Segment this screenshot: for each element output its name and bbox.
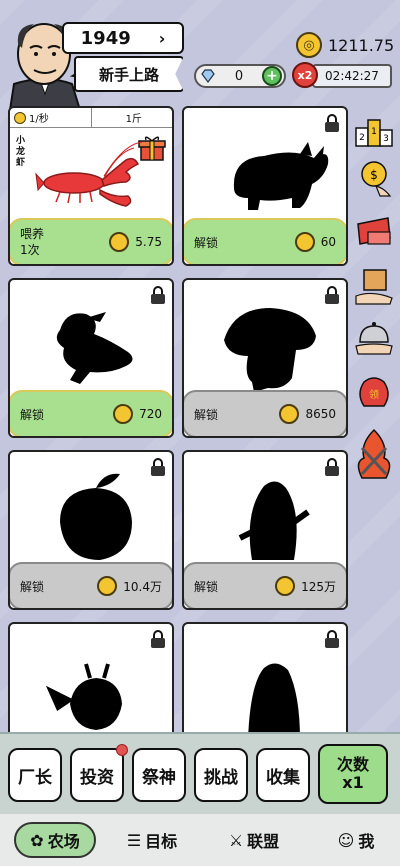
animal-card-locked-7[interactable] <box>8 622 174 742</box>
red-pouch-icon[interactable]: 领 <box>354 370 394 410</box>
animal-card-locked-4[interactable]: 解锁 8650 <box>182 278 348 438</box>
festival-button[interactable]: 祭神 <box>132 748 186 802</box>
invest-label: 投资 <box>80 767 114 788</box>
mushroom-silhouette <box>224 308 316 392</box>
coin-icon: ◎ <box>296 32 322 58</box>
feed-count: 1次 <box>20 243 40 257</box>
production-rate: 1/秒 <box>10 108 91 127</box>
tab-goal[interactable]: ☰ 目标 <box>112 822 192 858</box>
unlock-button[interactable]: 解锁 10.4万 <box>10 562 172 608</box>
factory-button[interactable]: 厂长 <box>8 748 62 802</box>
unlock-price: 125万 <box>301 579 336 594</box>
profile-icon: ☺ <box>337 830 355 850</box>
unlock-price: 60 <box>320 235 336 249</box>
coin-icon <box>113 404 134 424</box>
food-cloche-icon[interactable] <box>354 318 394 358</box>
weight-label: 1斤 <box>90 108 173 127</box>
animal-card-locked-3[interactable]: 解锁 720 <box>8 278 174 438</box>
boost-timer: 02:42:27 <box>312 64 392 88</box>
rank-title: 新手上路 <box>98 65 159 84</box>
challenge-button[interactable]: 挑战 <box>194 748 248 802</box>
gold-balance: ◎ 1211.75 <box>296 32 394 58</box>
coin-icon <box>97 576 118 596</box>
unlock-label: 解锁 <box>20 579 45 594</box>
chevron-right-icon: › <box>158 28 166 48</box>
multiplier-label: 次数 <box>336 755 369 774</box>
unlock-button[interactable]: 解锁 720 <box>10 390 172 436</box>
notification-dot <box>116 744 128 756</box>
package-hand-icon[interactable] <box>354 266 394 306</box>
coin-icon <box>109 232 130 252</box>
ranking-second: 2 <box>359 133 365 143</box>
unlock-label: 解锁 <box>194 579 219 594</box>
multiplier-toggle[interactable]: 次数 x1 <box>318 744 388 804</box>
boar-silhouette <box>233 142 329 210</box>
tab-me-label: 我 <box>358 832 375 851</box>
feed-price: 5.75 <box>135 235 162 249</box>
double-boost-badge[interactable]: x2 <box>292 62 318 88</box>
diamond-icon <box>201 69 215 83</box>
unlock-button[interactable]: 解锁 8650 <box>184 390 346 436</box>
hooded-silhouette <box>248 663 300 740</box>
gem-amount: 0 <box>234 68 244 84</box>
gold-amount: 1211.75 <box>328 35 395 55</box>
unlock-button[interactable]: 解锁 60 <box>184 218 346 264</box>
year-selector[interactable]: 1949 › <box>62 22 184 54</box>
rank-title-ribbon: 新手上路 <box>74 56 184 92</box>
tab-alliance[interactable]: ⚔ 联盟 <box>212 822 296 858</box>
animal-card-lobster[interactable]: 1/秒 1斤 小龙虾 喂养 1次 5.75 <box>8 106 174 266</box>
duck-silhouette <box>56 312 133 384</box>
unlock-price: 8650 <box>305 407 336 421</box>
coin-hand-icon[interactable]: $ <box>354 158 394 198</box>
animal-card-locked-8[interactable] <box>182 622 348 742</box>
feed-button[interactable]: 喂养 1次 5.75 <box>10 218 172 264</box>
feed-label: 喂养 <box>20 227 45 241</box>
ranking-first: 1 <box>371 127 377 137</box>
lobster-image <box>35 141 143 207</box>
animal-name: 小龙虾 <box>16 136 26 168</box>
unlock-price: 10.4万 <box>123 579 162 594</box>
pouch-label: 领 <box>369 388 379 401</box>
gem-balance: 0 + <box>194 64 286 88</box>
tab-farm-label: 农场 <box>47 832 80 851</box>
coin-icon <box>14 111 26 124</box>
card-stats-row: 1/秒 1斤 <box>10 108 172 128</box>
animal-card-locked-2[interactable]: 解锁 60 <box>182 106 348 266</box>
coin-icon <box>275 576 296 596</box>
alliance-icon: ⚔ <box>228 830 244 850</box>
unlock-label: 解锁 <box>194 235 219 250</box>
fire-battle-icon[interactable] <box>354 428 394 482</box>
crab-silhouette <box>45 663 122 730</box>
ranking-third: 3 <box>383 134 389 144</box>
coin-icon <box>294 232 315 252</box>
animal-card-locked-6[interactable]: 解锁 125万 <box>182 450 348 610</box>
tab-me[interactable]: ☺ 我 <box>318 822 394 858</box>
tab-alliance-label: 联盟 <box>247 832 280 851</box>
coupon-icon[interactable] <box>354 212 394 252</box>
add-gems-button[interactable]: + <box>262 66 282 86</box>
unlock-price: 720 <box>139 407 162 421</box>
animal-card-locked-5[interactable]: 解锁 10.4万 <box>8 450 174 610</box>
year-value: 1949 <box>80 27 131 49</box>
collect-button[interactable]: 收集 <box>256 748 310 802</box>
tab-farm[interactable]: ✿ 农场 <box>14 822 96 858</box>
unlock-label: 解锁 <box>194 407 219 422</box>
coin-icon <box>279 404 300 424</box>
unlock-button[interactable]: 解锁 125万 <box>184 562 346 608</box>
farm-icon: ✿ <box>30 830 44 850</box>
ranking-icon[interactable]: 2 1 3 <box>354 110 394 150</box>
unlock-label: 解锁 <box>20 407 45 422</box>
fruit-silhouette <box>60 473 132 560</box>
goal-icon: ☰ <box>126 830 142 850</box>
invest-button[interactable]: 投资 <box>70 744 128 802</box>
multiplier-value: x1 <box>342 773 364 792</box>
tab-goal-label: 目标 <box>145 832 178 851</box>
creature-silhouette <box>238 481 310 560</box>
svg-text:$: $ <box>370 168 378 182</box>
